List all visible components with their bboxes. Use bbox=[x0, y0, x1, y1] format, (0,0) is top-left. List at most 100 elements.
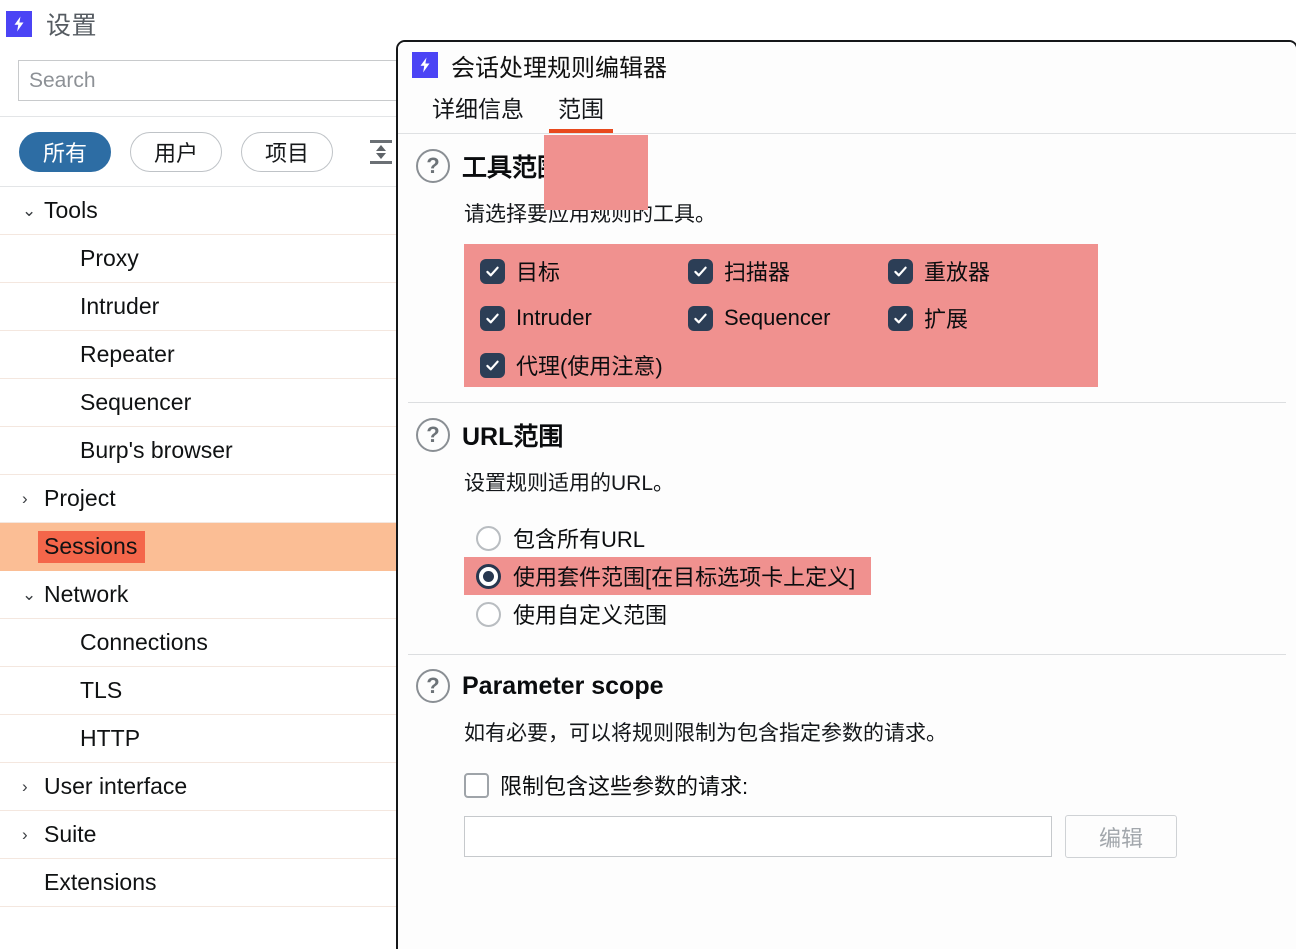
radio-label: 包含所有URL bbox=[513, 527, 646, 552]
checkmark-icon[interactable] bbox=[888, 258, 913, 284]
sidebar-item-extensions[interactable]: Extensions bbox=[0, 859, 440, 907]
filter-pill-project[interactable]: 项目 bbox=[241, 131, 333, 172]
sidebar-item-project[interactable]: › Project bbox=[0, 475, 440, 523]
sidebar-item-label: Suite bbox=[44, 821, 97, 847]
chevron-right-icon: › bbox=[22, 776, 28, 796]
dialog-tabstrip: 详细信息 范围 bbox=[398, 88, 1296, 210]
sidebar-item-tls[interactable]: TLS bbox=[0, 667, 440, 715]
sidebar-item-label: Repeater bbox=[80, 341, 175, 367]
sidebar-item-http[interactable]: HTTP bbox=[0, 715, 440, 763]
edit-button[interactable]: 编辑 bbox=[1065, 815, 1177, 858]
sidebar-item-label: Proxy bbox=[80, 245, 139, 271]
sidebar-item-label: Intruder bbox=[80, 293, 160, 319]
radio-use-custom-scope[interactable]: 使用自定义范围 bbox=[464, 595, 677, 633]
sidebar-item-repeater[interactable]: Repeater bbox=[0, 331, 440, 379]
url-scope-section: ? URL范围 设置规则适用的URL。 包含所有URL 使用套件范围[在目标选项… bbox=[398, 403, 1296, 633]
checkmark-icon[interactable] bbox=[888, 305, 913, 331]
settings-filter-bar: 所有 用户 项目 bbox=[0, 116, 440, 187]
parameter-scope-title: Parameter scope bbox=[462, 671, 664, 700]
sidebar-item-label: Extensions bbox=[44, 869, 157, 895]
question-mark-icon[interactable]: ? bbox=[416, 669, 450, 703]
radio-circle-icon[interactable] bbox=[476, 601, 501, 627]
checkbox-sequencer[interactable]: Sequencer bbox=[688, 302, 888, 334]
checkbox-empty-icon[interactable] bbox=[464, 772, 489, 798]
sidebar-item-tools[interactable]: ⌄ Tools bbox=[0, 187, 440, 235]
dialog-titlebar: 会话处理规则编辑器 bbox=[398, 42, 1296, 88]
question-mark-icon[interactable]: ? bbox=[416, 149, 450, 183]
radio-label: 使用自定义范围 bbox=[513, 603, 668, 628]
chevron-right-icon: › bbox=[22, 824, 28, 844]
checkbox-label: 扩展 bbox=[924, 307, 969, 332]
screen: 设置 所有 用户 项目 ⌄ Tools P bbox=[0, 0, 1296, 949]
radio-selected-icon[interactable] bbox=[476, 563, 501, 589]
tool-scope-checkbox-area: 目标 扫描器 重放器 Intruder Sequencer 扩展 代理(使用注意… bbox=[464, 244, 1098, 387]
collapse-expand-icon[interactable] bbox=[364, 132, 398, 172]
tool-scope-checkbox-grid: 目标 扫描器 重放器 Intruder Sequencer 扩展 代理(使用注意… bbox=[464, 244, 1098, 381]
url-scope-radio-group: 包含所有URL 使用套件范围[在目标选项卡上定义] 使用自定义范围 bbox=[464, 519, 1272, 633]
checkmark-icon[interactable] bbox=[688, 305, 713, 331]
checkbox-intruder[interactable]: Intruder bbox=[480, 302, 688, 334]
filter-pill-all[interactable]: 所有 bbox=[19, 131, 111, 172]
sidebar-item-burps-browser[interactable]: Burp's browser bbox=[0, 427, 440, 475]
sidebar-item-label: Sessions bbox=[38, 530, 146, 563]
parameter-scope-section: ? Parameter scope 如有必要，可以将规则限制为包含指定参数的请求… bbox=[398, 655, 1296, 858]
question-mark-icon[interactable]: ? bbox=[416, 418, 450, 452]
settings-title: 设置 bbox=[46, 12, 98, 40]
chevron-right-icon: › bbox=[22, 488, 28, 508]
radio-use-suite-scope[interactable]: 使用套件范围[在目标选项卡上定义] bbox=[464, 557, 872, 595]
checkbox-label: 限制包含这些参数的请求: bbox=[500, 774, 749, 799]
chevron-down-icon: ⌄ bbox=[22, 584, 37, 604]
sidebar-item-label: TLS bbox=[80, 677, 123, 703]
checkbox-label: 目标 bbox=[516, 260, 561, 285]
sidebar-item-connections[interactable]: Connections bbox=[0, 619, 440, 667]
sidebar-item-user-interface[interactable]: › User interface bbox=[0, 763, 440, 811]
sidebar-item-proxy[interactable]: Proxy bbox=[0, 235, 440, 283]
annotation-highlight-scope-tab bbox=[544, 135, 648, 210]
checkbox-repeater[interactable]: 重放器 bbox=[888, 255, 1098, 287]
checkmark-icon[interactable] bbox=[480, 305, 505, 331]
sidebar-item-intruder[interactable]: Intruder bbox=[0, 283, 440, 331]
tool-scope-section: ? 工具范围 请选择要应用规则的工具。 目标 扫描器 重放器 Intruder … bbox=[398, 134, 1296, 387]
url-scope-title: URL范围 bbox=[462, 423, 564, 451]
checkbox-proxy[interactable]: 代理(使用注意) bbox=[480, 349, 688, 381]
dialog-body: ? 工具范围 请选择要应用规则的工具。 目标 扫描器 重放器 Intruder … bbox=[398, 134, 1296, 858]
tab-details[interactable]: 详细信息 bbox=[415, 90, 541, 133]
session-handling-rule-editor-dialog: 会话处理规则编辑器 详细信息 范围 ? 工具范围 请选择要应用规则的工具。 目标… bbox=[396, 40, 1296, 949]
chevron-down-icon: ⌄ bbox=[22, 200, 37, 220]
sidebar-item-sequencer[interactable]: Sequencer bbox=[0, 379, 440, 427]
sidebar-item-label: HTTP bbox=[80, 725, 141, 751]
checkmark-icon[interactable] bbox=[480, 258, 505, 284]
checkbox-label: 扫描器 bbox=[724, 260, 791, 285]
sidebar-item-label: Connections bbox=[80, 629, 208, 655]
checkbox-label: Intruder bbox=[516, 305, 592, 330]
checkbox-label: 重放器 bbox=[924, 260, 991, 285]
sidebar-item-label: Network bbox=[44, 581, 129, 607]
tab-scope[interactable]: 范围 bbox=[541, 90, 621, 133]
radio-label: 使用套件范围[在目标选项卡上定义] bbox=[513, 565, 856, 590]
checkbox-extensions[interactable]: 扩展 bbox=[888, 302, 1098, 334]
filter-pill-user[interactable]: 用户 bbox=[130, 131, 222, 172]
search-input[interactable] bbox=[18, 60, 438, 101]
parameter-scope-description: 如有必要，可以将规则限制为包含指定参数的请求。 bbox=[464, 722, 947, 745]
sidebar-item-label: User interface bbox=[44, 773, 188, 799]
checkbox-target[interactable]: 目标 bbox=[480, 255, 688, 287]
parameter-names-input[interactable] bbox=[464, 816, 1052, 857]
checkmark-icon[interactable] bbox=[688, 258, 713, 284]
radio-include-all-urls[interactable]: 包含所有URL bbox=[464, 519, 655, 557]
url-scope-description: 设置规则适用的URL。 bbox=[464, 472, 675, 495]
parameter-input-row: 编辑 bbox=[464, 815, 1272, 858]
sidebar-item-suite[interactable]: › Suite bbox=[0, 811, 440, 859]
checkbox-restrict-to-params[interactable]: 限制包含这些参数的请求: bbox=[464, 769, 1272, 801]
checkbox-label: Sequencer bbox=[724, 305, 831, 330]
sidebar-item-sessions[interactable]: Sessions bbox=[0, 523, 440, 571]
sidebar-item-network[interactable]: ⌄ Network bbox=[0, 571, 440, 619]
url-scope-header: ? URL范围 bbox=[416, 417, 1272, 453]
sidebar-item-label: Tools bbox=[44, 197, 98, 223]
radio-circle-icon[interactable] bbox=[476, 525, 501, 551]
burp-lightning-icon bbox=[412, 52, 438, 78]
checkmark-icon[interactable] bbox=[480, 352, 505, 378]
checkbox-scanner[interactable]: 扫描器 bbox=[688, 255, 888, 287]
checkbox-label: 代理(使用注意) bbox=[516, 354, 663, 379]
settings-sidebar-tree: ⌄ Tools Proxy Intruder Repeater Sequence… bbox=[0, 187, 440, 949]
dialog-title: 会话处理规则编辑器 bbox=[451, 54, 667, 82]
